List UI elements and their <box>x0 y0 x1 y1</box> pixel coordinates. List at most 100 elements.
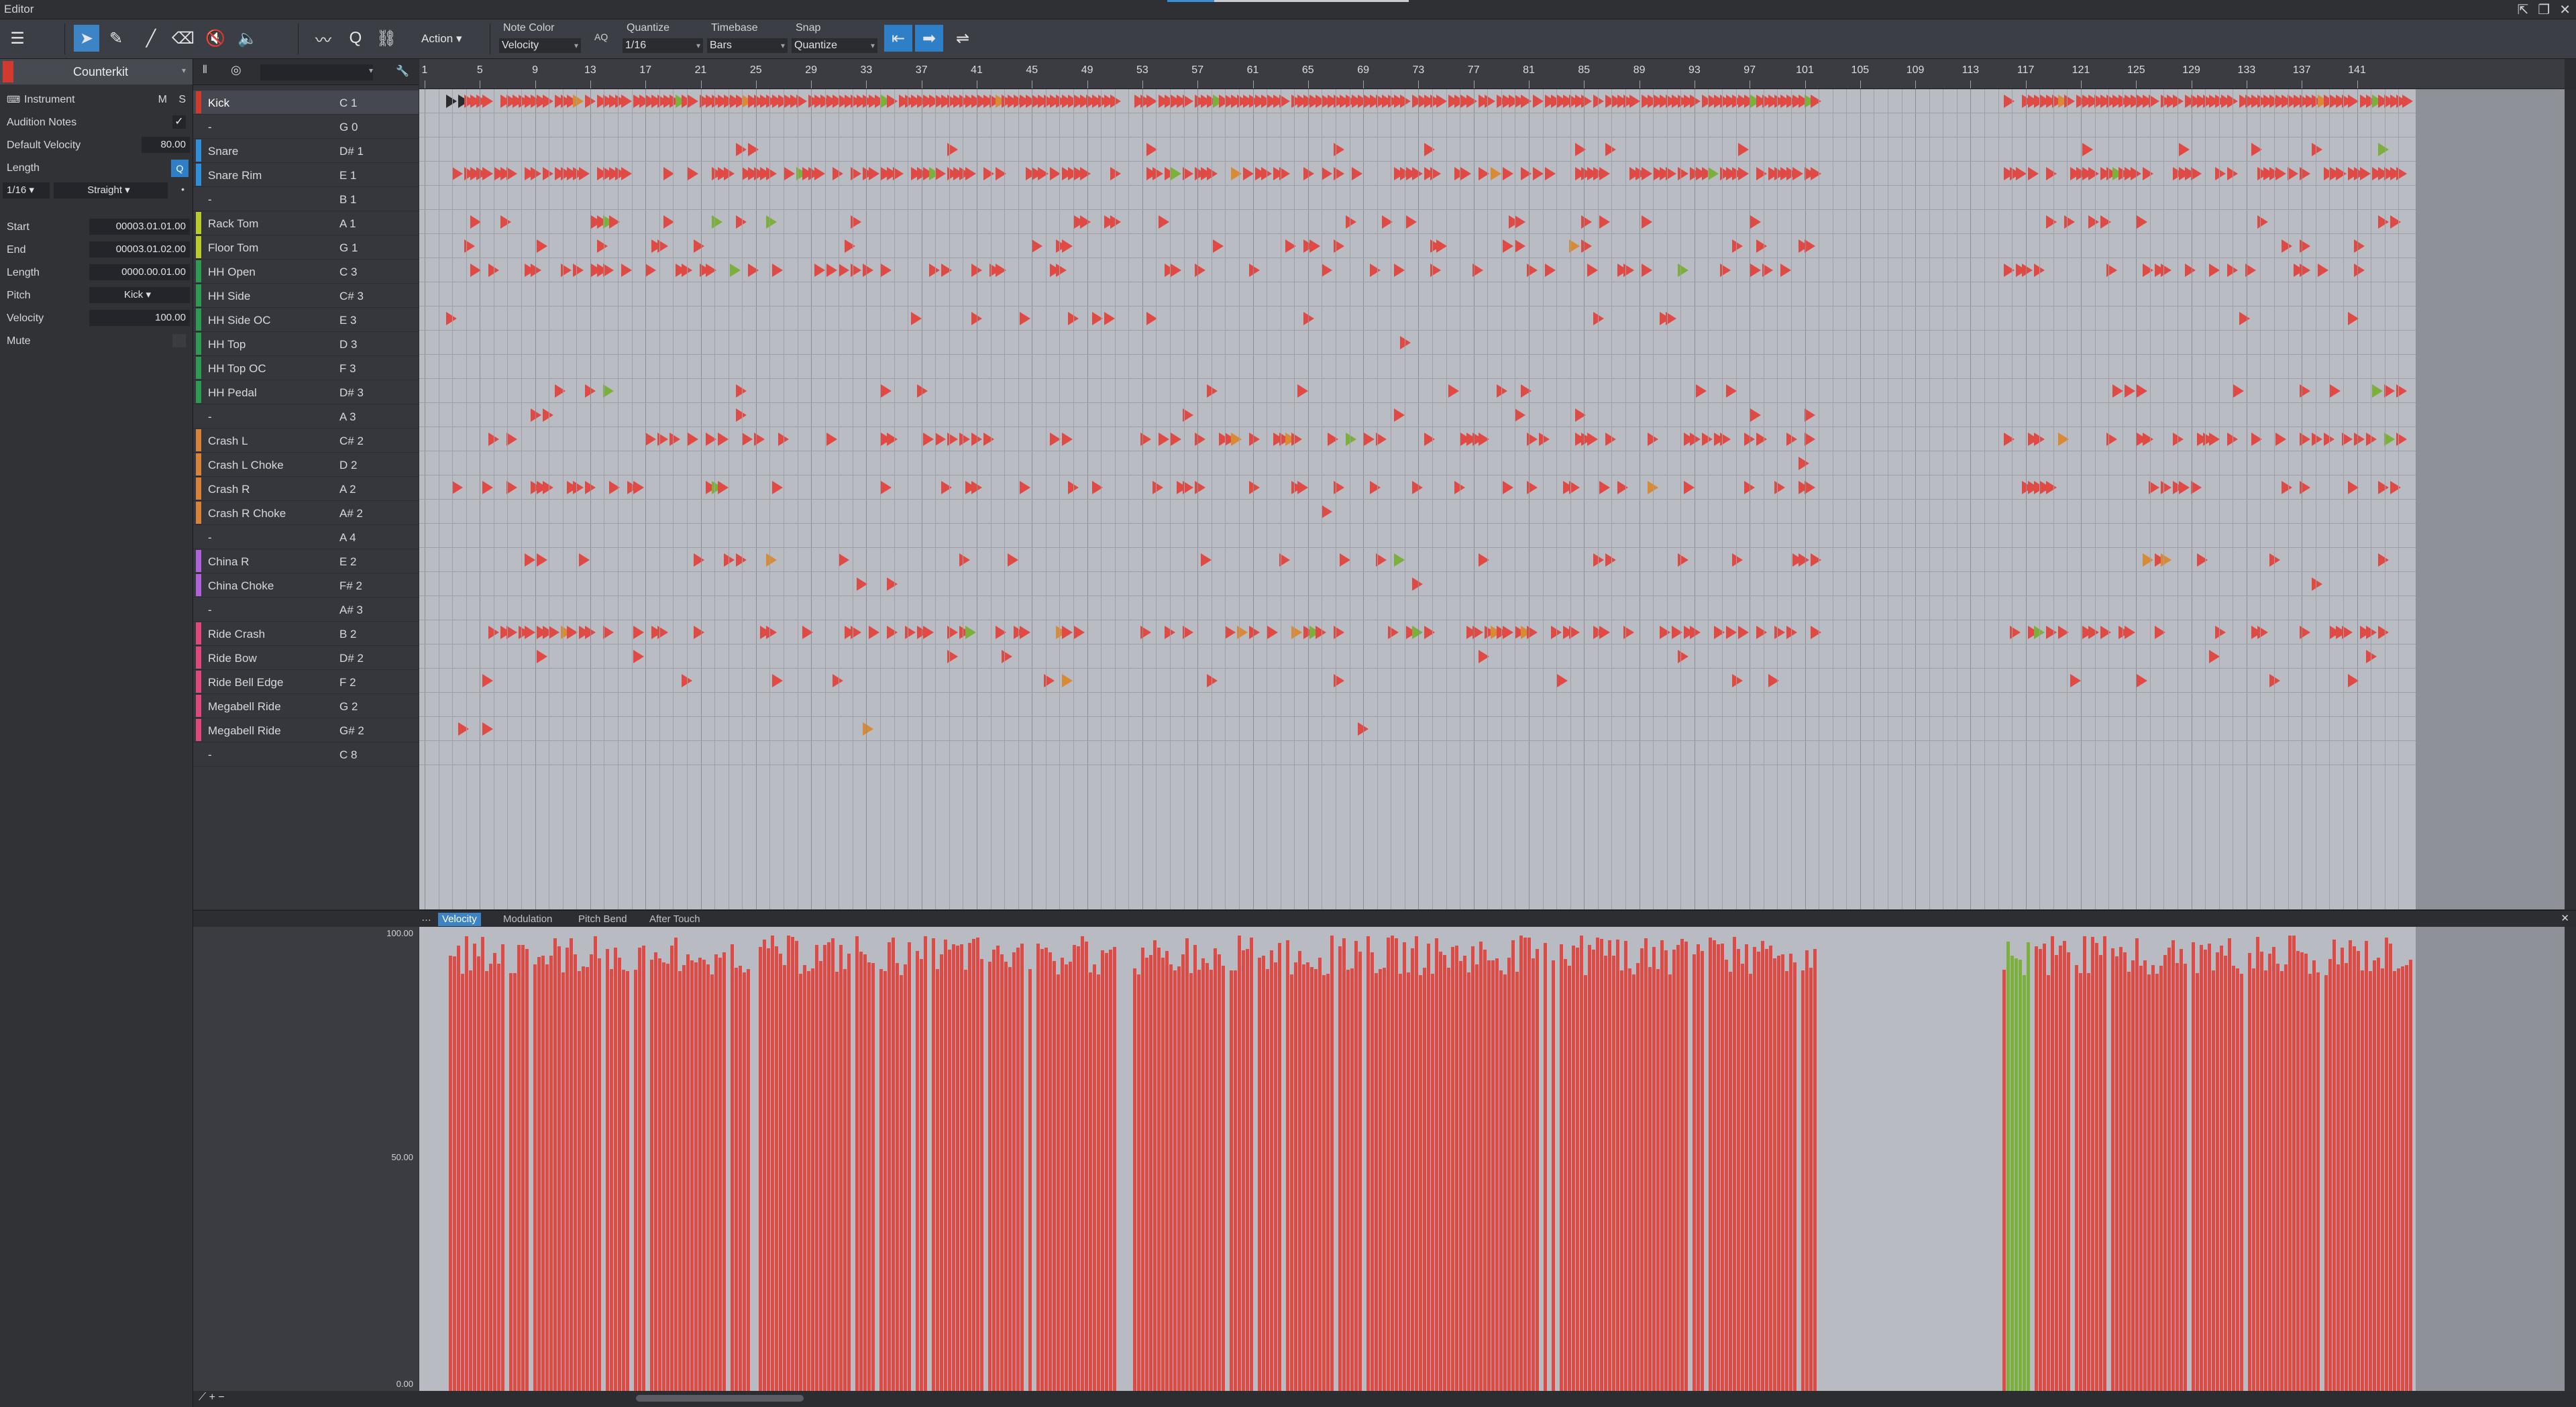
midi-note[interactable] <box>1678 264 1688 277</box>
midi-note[interactable] <box>1696 384 1707 398</box>
velocity-bar[interactable] <box>1258 958 1261 1391</box>
midi-note[interactable] <box>1195 481 1205 494</box>
velocity-bar[interactable] <box>1065 964 1068 1391</box>
velocity-bar[interactable] <box>521 945 525 1391</box>
midi-note[interactable] <box>452 167 463 180</box>
drum-lane[interactable]: Kick C 1 <box>193 91 419 115</box>
midi-note[interactable] <box>941 264 952 277</box>
drum-lane[interactable]: Crash R Choke A# 2 <box>193 501 419 525</box>
velocity-bar[interactable] <box>1105 953 1108 1391</box>
velocity-bar[interactable] <box>1471 946 1474 1391</box>
drum-lane[interactable]: Snare D# 1 <box>193 139 419 163</box>
velocity-bar[interactable] <box>888 942 891 1391</box>
midi-note[interactable] <box>1539 433 1550 446</box>
velocity-bar[interactable] <box>654 952 657 1391</box>
velocity-field[interactable]: 100.00 <box>89 310 190 326</box>
velocity-bar[interactable] <box>2204 950 2207 1391</box>
midi-note[interactable] <box>923 626 934 639</box>
velocity-bar[interactable] <box>1564 959 1567 1391</box>
velocity-bar[interactable] <box>1270 950 1273 1391</box>
midi-note[interactable] <box>1231 433 1242 446</box>
velocity-bar[interactable] <box>803 965 806 1391</box>
velocity-bar[interactable] <box>2075 965 2078 1391</box>
midi-note[interactable] <box>1811 626 1821 639</box>
velocity-bar[interactable] <box>1028 969 1032 1391</box>
midi-note[interactable] <box>2378 481 2389 494</box>
velocity-bar[interactable] <box>1733 937 1736 1391</box>
midi-note[interactable] <box>2239 312 2250 325</box>
midi-note[interactable] <box>2179 143 2190 156</box>
midi-note[interactable] <box>1774 626 1785 639</box>
velocity-bar[interactable] <box>1451 947 1454 1391</box>
midi-note[interactable] <box>881 384 892 398</box>
midi-note[interactable] <box>1195 433 1205 446</box>
midi-note[interactable] <box>863 722 873 736</box>
midi-note[interactable] <box>1678 650 1688 663</box>
midi-note[interactable] <box>1750 264 1761 277</box>
midi-note[interactable] <box>500 215 511 229</box>
pin-icon[interactable]: ⇱ <box>2518 1 2529 18</box>
velocity-bar[interactable] <box>1330 936 1334 1391</box>
chevron-down-icon[interactable]: ▾ <box>369 66 373 75</box>
close-icon[interactable]: ✕ <box>2559 1 2571 18</box>
midi-note[interactable] <box>1587 264 1598 277</box>
velocity-bar[interactable] <box>1354 941 1358 1391</box>
midi-note[interactable] <box>1599 215 1610 229</box>
velocity-bar[interactable] <box>1443 955 1446 1391</box>
velocity-bar[interactable] <box>1697 944 1700 1391</box>
velocity-bar[interactable] <box>883 971 887 1391</box>
midi-note[interactable] <box>1388 626 1399 639</box>
midi-note[interactable] <box>2378 626 2389 639</box>
velocity-bar[interactable] <box>2337 964 2340 1391</box>
velocity-bar[interactable] <box>1049 952 1052 1391</box>
midi-note[interactable] <box>1346 215 1356 229</box>
velocity-bar[interactable] <box>924 936 927 1391</box>
midi-note[interactable] <box>1726 626 1737 639</box>
pencil-tool-icon[interactable]: ✎ <box>103 25 129 52</box>
velocity-bar[interactable] <box>2252 968 2255 1391</box>
midi-note[interactable] <box>1400 336 1411 349</box>
velocity-bar[interactable] <box>1427 944 1430 1391</box>
velocity-bar[interactable] <box>2393 971 2396 1391</box>
instrument-header[interactable]: Counterkit ▾ <box>0 59 193 85</box>
velocity-bar[interactable] <box>1459 961 1462 1391</box>
velocity-bar[interactable] <box>1765 949 1768 1391</box>
velocity-bar[interactable] <box>1507 958 1511 1391</box>
velocity-bar[interactable] <box>827 942 830 1391</box>
midi-note[interactable] <box>1545 264 1556 277</box>
midi-note[interactable] <box>1080 215 1091 229</box>
midi-note[interactable] <box>1303 312 1314 325</box>
midi-note[interactable] <box>736 384 747 398</box>
midi-note[interactable] <box>446 312 457 325</box>
velocity-bar[interactable] <box>1177 966 1181 1391</box>
midi-note[interactable] <box>1732 239 1743 253</box>
midi-note[interactable] <box>1503 626 1513 639</box>
velocity-bar[interactable] <box>2240 974 2243 1391</box>
midi-note[interactable] <box>1412 577 1423 591</box>
snap-grid-icon[interactable]: ⇤ <box>884 25 912 52</box>
midi-note[interactable] <box>1297 384 1308 398</box>
velocity-bar[interactable] <box>674 938 678 1391</box>
midi-note[interactable] <box>621 167 632 180</box>
velocity-bar[interactable] <box>489 964 492 1391</box>
midi-note[interactable] <box>1786 626 1797 639</box>
velocity-bar[interactable] <box>1395 938 1398 1391</box>
velocity-bar[interactable] <box>1773 958 1776 1391</box>
midi-note[interactable] <box>1515 408 1525 422</box>
velocity-bar[interactable] <box>1069 962 1072 1391</box>
velocity-bar[interactable] <box>1749 974 1752 1391</box>
midi-note[interactable] <box>2082 143 2093 156</box>
midi-note[interactable] <box>1690 626 1701 639</box>
midi-note[interactable] <box>736 408 747 422</box>
velocity-bar[interactable] <box>614 948 617 1391</box>
velocity-bar[interactable] <box>2023 975 2026 1391</box>
velocity-bar[interactable] <box>594 936 597 1391</box>
velocity-bar[interactable] <box>449 956 452 1391</box>
bend-tool-icon[interactable]: 〰 <box>307 25 339 52</box>
midi-note[interactable] <box>736 553 747 567</box>
velocity-bar[interactable] <box>1596 938 1599 1391</box>
drum-lane[interactable]: Crash L Choke D 2 <box>193 453 419 477</box>
midi-note[interactable] <box>694 626 704 639</box>
midi-note[interactable] <box>2161 481 2171 494</box>
midi-note[interactable] <box>2275 433 2286 446</box>
